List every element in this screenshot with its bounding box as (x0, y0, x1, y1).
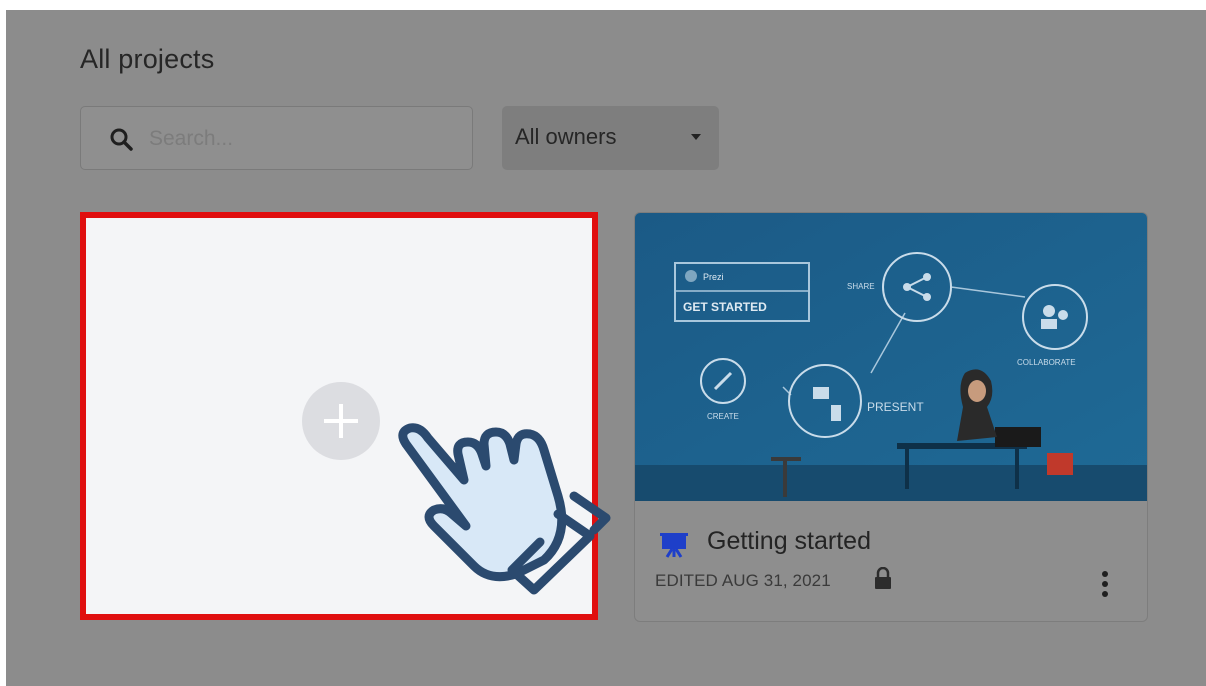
thumbnail-create-label: CREATE (707, 412, 739, 421)
project-edited-date: EDITED AUG 31, 2021 (655, 571, 831, 590)
caret-down-icon (691, 134, 701, 140)
thumbnail-collaborate-label: COLLABORATE (1017, 358, 1076, 367)
search-input[interactable] (149, 123, 449, 155)
more-options-icon[interactable] (1095, 569, 1115, 599)
thumbnail-prezi-label: Prezi (703, 272, 724, 282)
project-thumbnail[interactable]: Prezi GET STARTED SHARE COLLABORATE CREA… (635, 213, 1147, 501)
pointing-hand-click-icon (398, 423, 611, 595)
search-icon (110, 128, 133, 151)
owner-filter-dropdown[interactable]: All owners (502, 106, 719, 170)
project-title[interactable]: Getting started (707, 527, 871, 556)
thumbnail-share-label: SHARE (847, 282, 875, 291)
presentation-easel-icon (660, 533, 688, 558)
app-canvas: All projects All owners (6, 10, 1206, 686)
page-title: All projects (80, 44, 215, 74)
owner-filter-value: All owners (515, 124, 617, 149)
search-box[interactable] (80, 106, 473, 170)
thumbnail-present-label: PRESENT (867, 400, 924, 414)
lock-icon (875, 567, 891, 589)
project-card[interactable]: Prezi GET STARTED SHARE COLLABORATE CREA… (634, 212, 1148, 622)
thumbnail-get-started-label: GET STARTED (683, 300, 767, 314)
plus-circle-icon[interactable] (302, 382, 380, 460)
